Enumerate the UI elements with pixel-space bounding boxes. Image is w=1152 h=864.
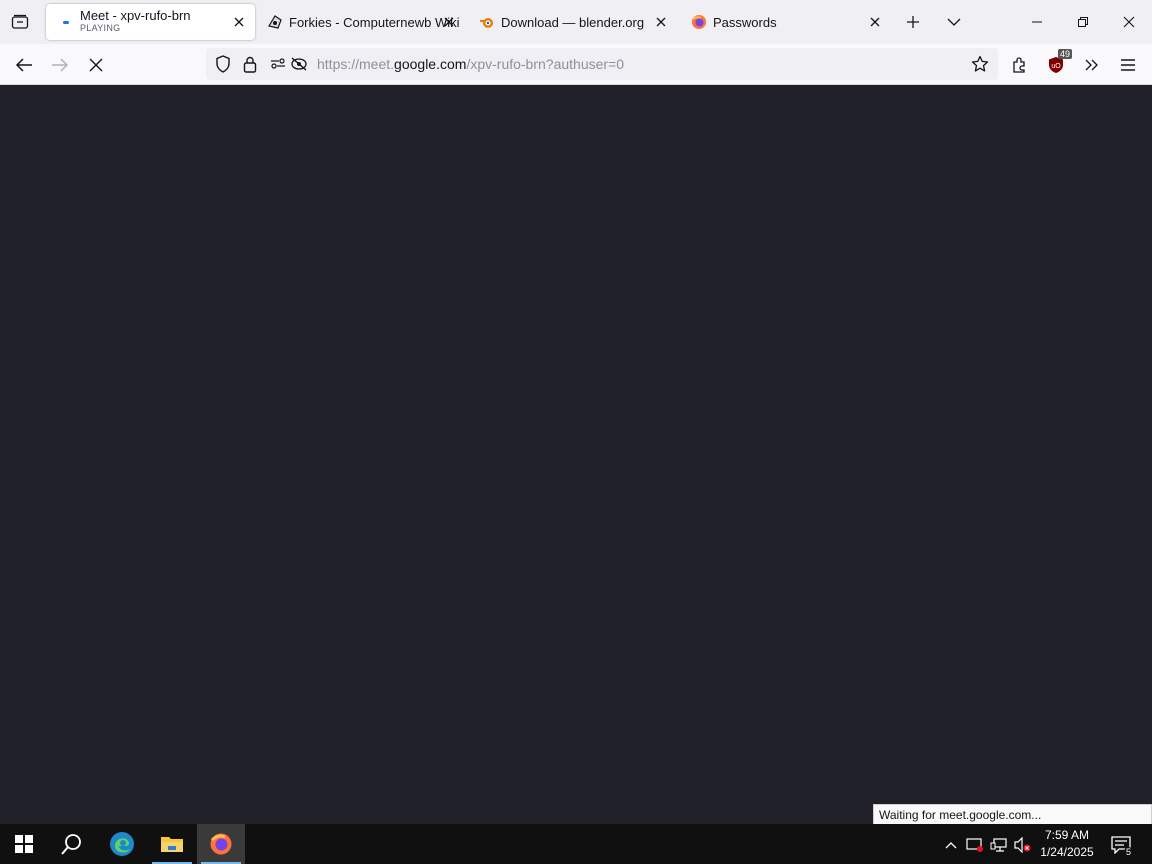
security-alert-icon — [966, 838, 983, 852]
minimize-icon — [1032, 21, 1042, 23]
hamburger-menu-icon — [1121, 59, 1135, 71]
close-tab-icon[interactable] — [653, 14, 669, 30]
stop-loading-icon — [89, 58, 103, 72]
close-icon — [1123, 16, 1135, 28]
clock-date: 1/24/2025 — [1040, 845, 1094, 859]
lock-icon[interactable] — [241, 55, 259, 73]
clock-time: 7:59 AM — [1044, 828, 1090, 842]
url-prefix: https://meet. — [317, 56, 395, 72]
forward-button[interactable] — [46, 52, 74, 78]
minimize-button[interactable] — [1023, 8, 1051, 36]
volume-tray-button[interactable] — [1014, 836, 1032, 854]
tab-title: Passwords — [713, 14, 777, 30]
network-tray-button[interactable] — [990, 836, 1008, 854]
chevron-down-icon — [947, 18, 961, 26]
tab-passwords[interactable]: Passwords — [679, 4, 891, 40]
notification-count: 5 — [1123, 847, 1133, 857]
list-all-tabs-button[interactable] — [940, 8, 968, 36]
firefox-taskbar-button[interactable] — [197, 824, 245, 864]
forward-arrow-icon — [52, 58, 69, 72]
url-text[interactable]: https://meet.google.com/xpv-rufo-brn?aut… — [317, 56, 624, 72]
firefox-view-icon — [11, 14, 29, 29]
tab-forkies[interactable]: Forkies - Computernewb Wiki — [255, 4, 461, 40]
restore-button[interactable] — [1069, 8, 1097, 36]
blender-icon — [479, 14, 495, 30]
app-menu-button[interactable] — [1114, 52, 1142, 78]
taskbar-clock[interactable]: 7:59 AM 1/24/2025 — [1034, 827, 1100, 861]
puzzle-icon — [1013, 57, 1025, 73]
volume-muted-icon — [1014, 837, 1031, 853]
close-window-button[interactable] — [1115, 8, 1143, 36]
stop-button[interactable] — [82, 52, 110, 78]
bookmark-star-icon[interactable] — [971, 55, 989, 73]
extension-badge: 49 — [1058, 49, 1073, 59]
network-icon — [990, 838, 1007, 852]
double-chevron-right-icon — [1085, 59, 1098, 71]
file-explorer-taskbar-button[interactable] — [148, 824, 196, 864]
edge-taskbar-button[interactable] — [98, 824, 146, 864]
wiki-icon — [267, 14, 283, 30]
firefox-icon — [210, 833, 232, 855]
back-arrow-icon — [15, 58, 32, 72]
search-icon — [61, 834, 81, 855]
search-button[interactable] — [48, 824, 96, 864]
page-content[interactable] — [0, 85, 1152, 824]
camera-blocked-icon[interactable] — [290, 55, 308, 73]
close-tab-icon[interactable] — [231, 14, 247, 30]
more-tools-button[interactable] — [1078, 52, 1106, 78]
close-tab-icon[interactable] — [441, 14, 457, 30]
svg-text:uO: uO — [1051, 63, 1061, 70]
permissions-icon[interactable] — [269, 55, 287, 73]
url-host: google.com — [394, 56, 467, 72]
security-tray-button[interactable] — [966, 836, 984, 854]
tracking-protection-icon[interactable] — [214, 55, 232, 73]
ublock-extension-button[interactable]: uO 49 — [1042, 49, 1073, 78]
close-tab-icon[interactable] — [867, 14, 883, 30]
windows-taskbar: 7:59 AM 1/24/2025 5 — [0, 824, 1152, 864]
tab-title: Download — blender.org — [501, 14, 645, 30]
tab-playing-label: PLAYING — [80, 23, 121, 33]
extensions-button[interactable] — [1006, 52, 1034, 78]
restore-icon — [1078, 17, 1088, 27]
status-panel: Waiting for meet.google.com... — [873, 804, 1152, 825]
navigation-toolbar: https://meet.google.com/xpv-rufo-brn?aut… — [0, 44, 1152, 85]
tab-blender[interactable]: Download — blender.org — [467, 4, 677, 40]
show-hidden-icons-button[interactable] — [942, 836, 960, 854]
url-bar[interactable]: https://meet.google.com/xpv-rufo-brn?aut… — [206, 48, 998, 80]
edge-icon — [110, 832, 134, 856]
tab-meet[interactable]: Meet - xpv-rufo-brn PLAYING — [46, 4, 255, 40]
tab-title: Meet - xpv-rufo-brn — [80, 8, 191, 23]
tab-bar: Meet - xpv-rufo-brn PLAYING Forkies - Co… — [0, 0, 1152, 44]
tab-title: Forkies - Computernewb Wiki — [289, 14, 460, 30]
firefox-icon — [691, 14, 707, 30]
new-tab-button[interactable] — [899, 8, 927, 36]
chevron-up-icon — [945, 842, 957, 849]
firefox-view-button[interactable] — [8, 12, 32, 32]
action-center-button[interactable]: 5 — [1108, 832, 1134, 858]
start-button[interactable] — [0, 824, 48, 864]
file-explorer-icon — [161, 837, 183, 852]
meet-dot-icon — [58, 14, 74, 30]
back-button[interactable] — [10, 52, 38, 78]
plus-icon — [907, 16, 919, 28]
windows-start-icon — [15, 835, 33, 853]
url-path: /xpv-rufo-brn?authuser=0 — [466, 56, 625, 72]
